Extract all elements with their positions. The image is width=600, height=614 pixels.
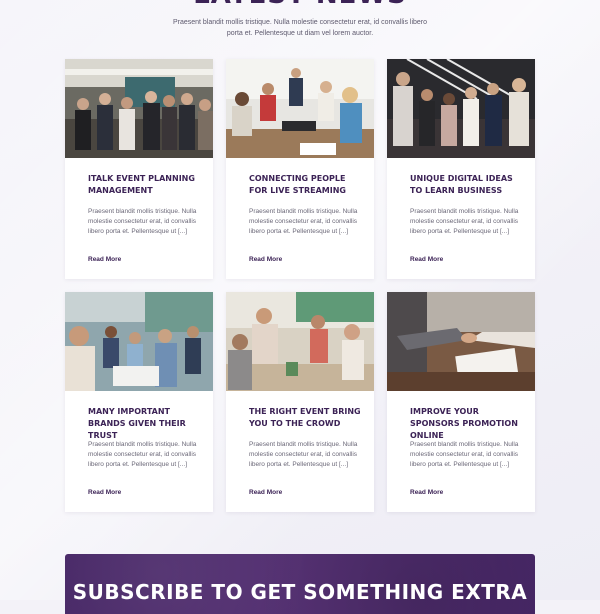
news-card: IMPROVE YOUR SPONSORS PROMOTION ONLINE P…: [387, 292, 535, 512]
news-card-excerpt: Praesent blandit mollis tristique. Nulla…: [88, 208, 197, 235]
news-card-excerpt: Praesent blandit mollis tristique. Nulla…: [410, 208, 519, 235]
news-card-title[interactable]: THE RIGHT EVENT BRING YOU TO THE CROWD: [249, 406, 361, 430]
news-card-excerpt: Praesent blandit mollis tristique. Nulla…: [249, 441, 358, 468]
news-grid: ITALK EVENT PLANNING MANAGEMENT Praesent…: [65, 59, 535, 512]
news-card-image[interactable]: [387, 292, 535, 391]
read-more-link[interactable]: Read More: [410, 256, 443, 263]
news-card: THE RIGHT EVENT BRING YOU TO THE CROWD P…: [226, 292, 374, 512]
news-card-excerpt: Praesent blandit mollis tristique. Nulla…: [410, 441, 519, 468]
section-intro: Praesent blandit mollis tristique. Nulla…: [172, 19, 428, 37]
subscribe-title: SUBSCRIBE TO GET SOMETHING EXTRA: [72, 580, 528, 604]
news-card: CONNECTING PEOPLE FOR LIVE STREAMING Pra…: [226, 59, 374, 279]
news-card-title[interactable]: IMPROVE YOUR SPONSORS PROMOTION ONLINE: [410, 406, 522, 442]
section-title: LATEST NEWS: [0, 0, 600, 10]
subscribe-banner: SUBSCRIBE TO GET SOMETHING EXTRA: [65, 554, 535, 614]
read-more-link[interactable]: Read More: [410, 489, 443, 496]
news-card: ITALK EVENT PLANNING MANAGEMENT Praesent…: [65, 59, 213, 279]
news-card-image[interactable]: [226, 292, 374, 391]
news-card-title[interactable]: MANY IMPORTANT BRANDS GIVEN THEIR TRUST: [88, 406, 200, 442]
news-card-image[interactable]: [387, 59, 535, 158]
news-card-title[interactable]: ITALK EVENT PLANNING MANAGEMENT: [88, 173, 200, 197]
read-more-link[interactable]: Read More: [249, 489, 282, 496]
news-card-image[interactable]: [65, 292, 213, 391]
news-card-image[interactable]: [65, 59, 213, 158]
news-card: UNIQUE DIGITAL IDEAS TO LEARN BUSINESS P…: [387, 59, 535, 279]
news-card-image[interactable]: [226, 59, 374, 158]
news-card: MANY IMPORTANT BRANDS GIVEN THEIR TRUST …: [65, 292, 213, 512]
news-card-title[interactable]: CONNECTING PEOPLE FOR LIVE STREAMING: [249, 173, 361, 197]
read-more-link[interactable]: Read More: [249, 256, 282, 263]
news-card-title[interactable]: UNIQUE DIGITAL IDEAS TO LEARN BUSINESS: [410, 173, 522, 197]
news-card-excerpt: Praesent blandit mollis tristique. Nulla…: [88, 441, 197, 468]
read-more-link[interactable]: Read More: [88, 256, 121, 263]
news-card-excerpt: Praesent blandit mollis tristique. Nulla…: [249, 208, 358, 235]
read-more-link[interactable]: Read More: [88, 489, 121, 496]
